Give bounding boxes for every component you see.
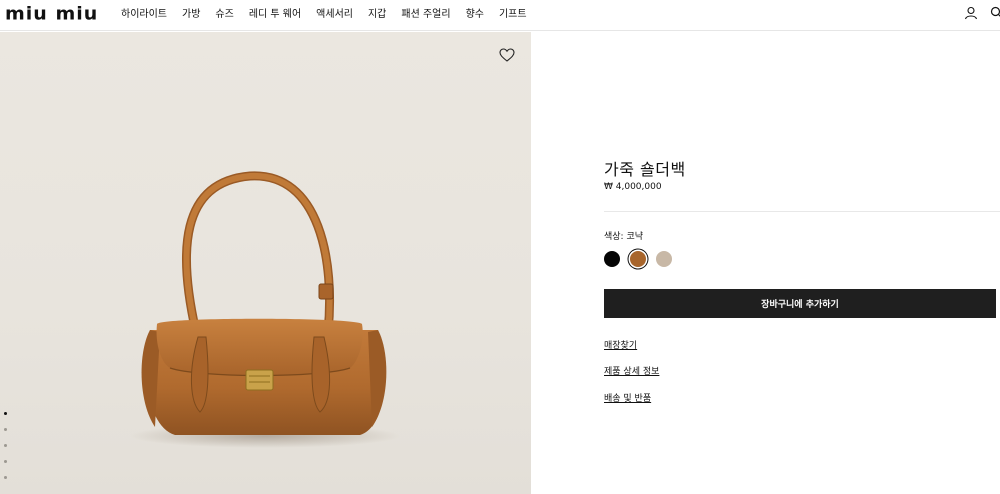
gallery-pagination [4, 412, 7, 492]
product-gallery[interactable] [0, 32, 531, 494]
nav-gifts[interactable]: 기프트 [499, 8, 527, 21]
user-icon[interactable] [964, 6, 978, 20]
product-panel: 가죽 숄더백 ₩ 4,000,000 색상: 코냑 장바구니에 추가하기 매장찾… [531, 32, 1000, 494]
nav-highlights[interactable]: 하이라이트 [121, 8, 167, 21]
color-swatches [604, 251, 682, 267]
main-nav: 하이라이트 가방 슈즈 레디 투 웨어 액세서리 지갑 패션 주얼리 향수 기프… [121, 8, 542, 21]
nav-shoes[interactable]: 슈즈 [215, 8, 233, 21]
gallery-dot-3[interactable] [4, 444, 7, 447]
nav-fashion-jewelry[interactable]: 패션 주얼리 [401, 8, 450, 21]
product-details-link[interactable]: 제품 상세 정보 [604, 364, 659, 377]
gallery-dot-2[interactable] [4, 428, 7, 431]
gallery-dot-5[interactable] [4, 476, 7, 479]
gallery-dot-1[interactable] [4, 412, 7, 415]
heart-icon[interactable] [499, 48, 515, 62]
gallery-dot-4[interactable] [4, 460, 7, 463]
swatch-cognac[interactable] [630, 251, 646, 267]
divider [604, 211, 1000, 212]
nav-ready-to-wear[interactable]: 레디 투 웨어 [249, 8, 301, 21]
shipping-returns-link[interactable]: 배송 및 반품 [604, 391, 651, 404]
site-header: miu miu 하이라이트 가방 슈즈 레디 투 웨어 액세서리 지갑 패션 주… [0, 0, 1000, 31]
nav-wallets[interactable]: 지갑 [368, 8, 386, 21]
product-title: 가죽 숄더백 [604, 160, 686, 179]
color-label: 색상: 코냑 [604, 232, 644, 242]
product-price: ₩ 4,000,000 [604, 182, 662, 192]
swatch-beige[interactable] [656, 251, 672, 267]
add-to-cart-button[interactable]: 장바구니에 추가하기 [604, 289, 996, 318]
nav-accessories[interactable]: 액세서리 [316, 8, 353, 21]
search-icon[interactable] [990, 6, 1000, 20]
product-image [130, 171, 400, 448]
swatch-black[interactable] [604, 251, 620, 267]
store-locator-link[interactable]: 매장찾기 [604, 338, 637, 351]
brand-logo[interactable]: miu miu [5, 4, 98, 25]
nav-fragrance[interactable]: 향수 [466, 8, 484, 21]
nav-bags[interactable]: 가방 [182, 8, 200, 21]
